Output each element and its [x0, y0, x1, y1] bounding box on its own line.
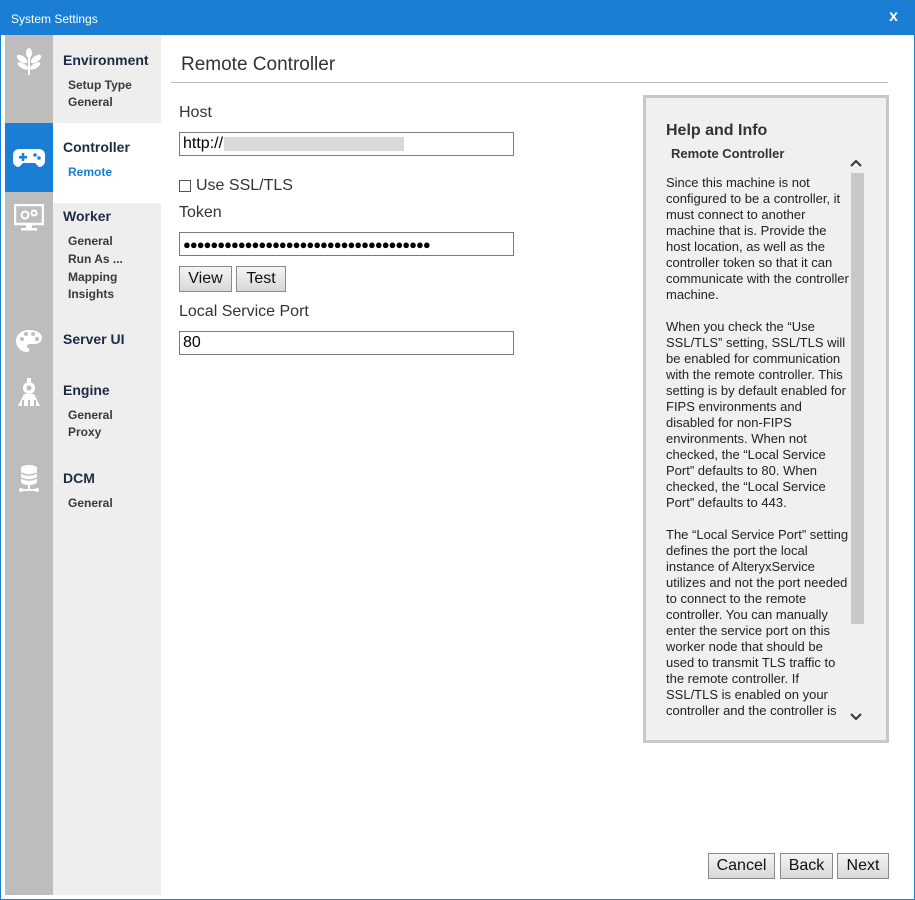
- monitor-gear-icon[interactable]: [5, 198, 53, 238]
- gamepad-icon[interactable]: [5, 123, 53, 192]
- close-icon[interactable]: x: [889, 8, 898, 26]
- help-paragraph: The “Local Service Port” setting defines…: [666, 527, 849, 718]
- system-settings-window: System Settings x Environment Setup Type…: [0, 0, 915, 900]
- help-body: Since this machine is not configured to …: [666, 175, 851, 735]
- page-title: Remote Controller: [181, 54, 336, 75]
- environment-leaf-icon[interactable]: [5, 41, 53, 81]
- nav-section-server-ui: Server UI: [53, 323, 161, 363]
- help-title: Help and Info: [666, 122, 768, 139]
- token-label: Token: [179, 204, 222, 221]
- nav-item-dcm-general[interactable]: General: [68, 496, 113, 510]
- nav-heading-worker[interactable]: Worker: [63, 208, 111, 224]
- nav-item-mapping[interactable]: Mapping: [68, 270, 117, 284]
- token-input[interactable]: ●●●●●●●●●●●●●●●●●●●●●●●●●●●●●●●●●●●●: [179, 232, 514, 256]
- host-value: http://: [183, 135, 224, 152]
- local-service-port-label: Local Service Port: [179, 303, 309, 320]
- palette-icon[interactable]: [5, 321, 53, 361]
- nav-item-run-as[interactable]: Run As ...: [68, 252, 123, 266]
- local-service-port-input[interactable]: 80: [179, 331, 514, 355]
- nav-item-remote[interactable]: Remote: [68, 165, 112, 179]
- use-ssl-checkbox[interactable]: Use SSL/TLS: [179, 177, 293, 195]
- nav-heading-environment[interactable]: Environment: [63, 52, 149, 68]
- use-ssl-label: Use SSL/TLS: [196, 177, 293, 194]
- chevron-down-icon[interactable]: [850, 708, 862, 724]
- cancel-button[interactable]: Cancel: [708, 853, 775, 879]
- nav-section-engine: Engine General Proxy: [53, 371, 161, 451]
- nav-item-engine-general[interactable]: General: [68, 408, 113, 422]
- view-button[interactable]: View: [179, 266, 232, 292]
- nav-item-proxy[interactable]: Proxy: [68, 425, 101, 439]
- window-title: System Settings: [11, 12, 98, 26]
- nav-item-setup-type[interactable]: Setup Type: [68, 78, 132, 92]
- nav-section-worker: Worker General Run As ... Mapping Insigh…: [53, 203, 161, 323]
- help-panel: Help and Info Remote Controller Since th…: [643, 95, 889, 743]
- host-label: Host: [179, 104, 212, 121]
- engine-icon[interactable]: [5, 373, 53, 413]
- checkbox-box[interactable]: [179, 180, 191, 192]
- settings-nav: Environment Setup Type General Controlle…: [53, 35, 161, 895]
- test-button[interactable]: Test: [236, 266, 286, 292]
- icon-sidebar: [5, 35, 53, 895]
- nav-heading-controller[interactable]: Controller: [63, 139, 130, 155]
- redacted-host: [224, 137, 404, 151]
- nav-item-worker-general[interactable]: General: [68, 234, 113, 248]
- chevron-up-icon[interactable]: [850, 154, 862, 170]
- database-icon[interactable]: [5, 459, 53, 499]
- help-subtitle: Remote Controller: [671, 146, 785, 161]
- back-button[interactable]: Back: [780, 853, 833, 879]
- nav-heading-engine[interactable]: Engine: [63, 382, 110, 398]
- nav-item-insights[interactable]: Insights: [68, 287, 114, 301]
- title-bar: System Settings x: [1, 1, 914, 35]
- nav-section-controller: Controller Remote: [53, 123, 161, 203]
- help-paragraph: Since this machine is not configured to …: [666, 175, 849, 302]
- title-divider: [171, 82, 888, 83]
- nav-section-dcm: DCM General: [53, 459, 161, 519]
- nav-section-environment: Environment Setup Type General: [53, 35, 161, 123]
- help-scrollbar-thumb[interactable]: [851, 173, 864, 624]
- nav-heading-dcm[interactable]: DCM: [63, 470, 95, 486]
- nav-heading-server-ui[interactable]: Server UI: [63, 331, 124, 347]
- main-content: Remote Controller Host http:// Use SSL/T…: [161, 35, 914, 895]
- help-paragraph: When you check the “Use SSL/TLS” setting…: [666, 319, 846, 510]
- host-input[interactable]: http://: [179, 132, 514, 156]
- next-button[interactable]: Next: [837, 853, 889, 879]
- nav-item-environment-general[interactable]: General: [68, 95, 113, 109]
